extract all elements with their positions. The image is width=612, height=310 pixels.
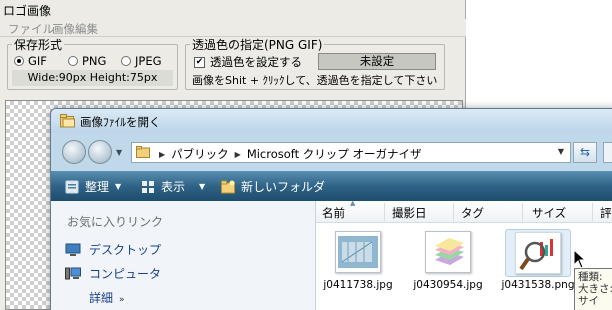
desktop-icon xyxy=(65,243,81,256)
view-button[interactable]: 表示 ▼ xyxy=(141,178,205,195)
link-desktop-label: デスクトップ xyxy=(89,243,162,257)
navigation-pane: お気に入りリンク デスクトップ コンピュータ 詳細 » xyxy=(51,201,315,310)
col-name[interactable]: 名前 xyxy=(322,205,345,221)
tooltip-dimensions: 大きさ: xyxy=(578,283,612,295)
tooltip-type: 種類: xyxy=(578,271,603,283)
mouse-cursor-icon xyxy=(573,249,587,269)
tooltip-size: サイ xyxy=(578,295,599,307)
radio-png[interactable]: PNG xyxy=(68,54,106,68)
back-button[interactable] xyxy=(62,140,86,164)
more-chevron-icon: » xyxy=(119,295,125,305)
dimensions-label: Wide:90px Height:75px xyxy=(12,70,173,86)
breadcrumb-public[interactable]: パブリック xyxy=(171,146,229,162)
selection-highlight xyxy=(505,229,571,277)
dialog-toolbar: 整理 ▼ 表示 ▼ 新しいフォルダ xyxy=(51,171,612,201)
file-list-pane: ▲ 名前 撮影日 タグ サイズ 評 j0411738.jpg j0430954.… xyxy=(315,199,612,310)
radio-jpeg-dot[interactable] xyxy=(121,56,131,66)
recent-pages-chevron-down-icon[interactable]: ▼ xyxy=(116,148,122,157)
transparency-checkbox[interactable]: ✔ 透過色を設定する xyxy=(194,54,302,70)
menu-file[interactable]: ファイル xyxy=(8,21,54,37)
search-box[interactable] xyxy=(603,142,612,163)
view-icon xyxy=(142,180,154,193)
file-item-selected[interactable]: j0431538.png xyxy=(498,229,578,291)
address-bar[interactable]: ▶ パブリック ▶ Microsoft クリップ オーガナイザ ▼ xyxy=(131,142,571,163)
col-separator[interactable] xyxy=(522,203,523,221)
image-thumbnail xyxy=(335,231,381,273)
file-name: j0431538.png xyxy=(501,279,575,291)
organize-button[interactable]: 整理 ▼ xyxy=(65,178,121,195)
favorite-links-header: お気に入りリンク xyxy=(67,215,164,229)
radio-gif-label: GIF xyxy=(28,54,47,68)
breadcrumb: ▶ パブリック ▶ Microsoft クリップ オーガナイザ xyxy=(159,146,421,162)
dialog-titlebar: 画像ﾌｧｲﾙを開く xyxy=(51,109,612,133)
file-info-tooltip: 種類: 大きさ: サイ xyxy=(574,268,612,310)
col-tags[interactable]: タグ xyxy=(461,205,484,221)
dialog-title: 画像ﾌｧｲﾙを開く xyxy=(80,115,161,129)
refresh-icon[interactable]: ⇆ xyxy=(573,142,597,163)
more-label: 詳細 xyxy=(89,291,114,305)
menu-image-edit[interactable]: 画像編集 xyxy=(52,21,98,37)
forward-button[interactable] xyxy=(88,140,112,164)
organize-label: 整理 xyxy=(85,180,110,194)
breadcrumb-separator-icon[interactable]: ▶ xyxy=(235,150,241,159)
save-format-legend: 保存形式 xyxy=(14,38,63,52)
transparency-checkbox-label: 透過色を設定する xyxy=(210,55,302,69)
new-folder-icon xyxy=(221,180,235,193)
breadcrumb-separator-icon[interactable]: ▶ xyxy=(159,150,165,159)
radio-gif[interactable]: GIF xyxy=(14,54,47,68)
link-desktop[interactable]: デスクトップ xyxy=(65,241,161,258)
breadcrumb-clip-organizer[interactable]: Microsoft クリップ オーガナイザ xyxy=(247,146,422,162)
column-header: ▲ 名前 撮影日 タグ サイズ 評 xyxy=(316,199,612,223)
col-separator[interactable] xyxy=(592,203,593,221)
file-item[interactable]: j0411738.jpg xyxy=(318,231,398,291)
checkbox-check-icon[interactable]: ✔ xyxy=(194,56,205,68)
organize-icon xyxy=(65,180,79,193)
view-dropdown-icon: ▼ xyxy=(199,182,206,191)
file-name: j0430954.jpg xyxy=(413,279,483,291)
transparency-hint: 画像をShit + ｸﾘｯｸして、透過色を指定して下さい xyxy=(192,74,438,87)
col-size[interactable]: サイズ xyxy=(532,205,566,221)
radio-png-label: PNG xyxy=(82,54,107,68)
computer-icon xyxy=(65,267,81,279)
transparent-color-button[interactable]: 未設定 xyxy=(318,53,436,70)
radio-jpeg-label: JPEG xyxy=(135,54,162,68)
radio-png-dot[interactable] xyxy=(68,56,78,66)
file-item[interactable]: j0430954.jpg xyxy=(408,231,488,291)
address-row: ▼ ▶ パブリック ▶ Microsoft クリップ オーガナイザ ▼ ⇆ xyxy=(51,137,612,167)
folder-icon xyxy=(136,146,150,158)
more-link[interactable]: 詳細 » xyxy=(89,289,125,306)
col-separator[interactable] xyxy=(384,203,385,221)
new-folder-label: 新しいフォルダ xyxy=(241,180,326,194)
col-date-taken[interactable]: 撮影日 xyxy=(392,205,427,221)
address-dropdown-icon[interactable]: ▼ xyxy=(558,147,564,156)
radio-gif-dot[interactable] xyxy=(14,56,24,66)
link-computer[interactable]: コンピュータ xyxy=(65,265,161,282)
menu-bar: ファイル 画像編集 xyxy=(0,19,466,37)
radio-jpeg[interactable]: JPEG xyxy=(121,54,162,68)
image-thumbnail xyxy=(515,232,561,274)
open-image-dialog: 画像ﾌｧｲﾙを開く ▼ ▶ パブリック ▶ Microsoft クリップ オーガ… xyxy=(50,108,612,310)
view-label: 表示 xyxy=(161,180,186,194)
organize-dropdown-icon: ▼ xyxy=(115,182,122,191)
folder-open-icon xyxy=(60,114,75,128)
new-folder-button[interactable]: 新しいフォルダ xyxy=(221,178,325,195)
col-rating[interactable]: 評 xyxy=(600,205,612,221)
window-title: ロゴ画像 xyxy=(3,4,52,18)
sort-ascending-icon: ▲ xyxy=(350,199,356,207)
image-thumbnail xyxy=(425,231,471,273)
transparency-legend: 透過色の指定(PNG GIF) xyxy=(192,38,323,52)
file-name: j0411738.jpg xyxy=(323,279,393,291)
col-separator[interactable] xyxy=(453,203,454,221)
link-computer-label: コンピュータ xyxy=(89,267,162,281)
